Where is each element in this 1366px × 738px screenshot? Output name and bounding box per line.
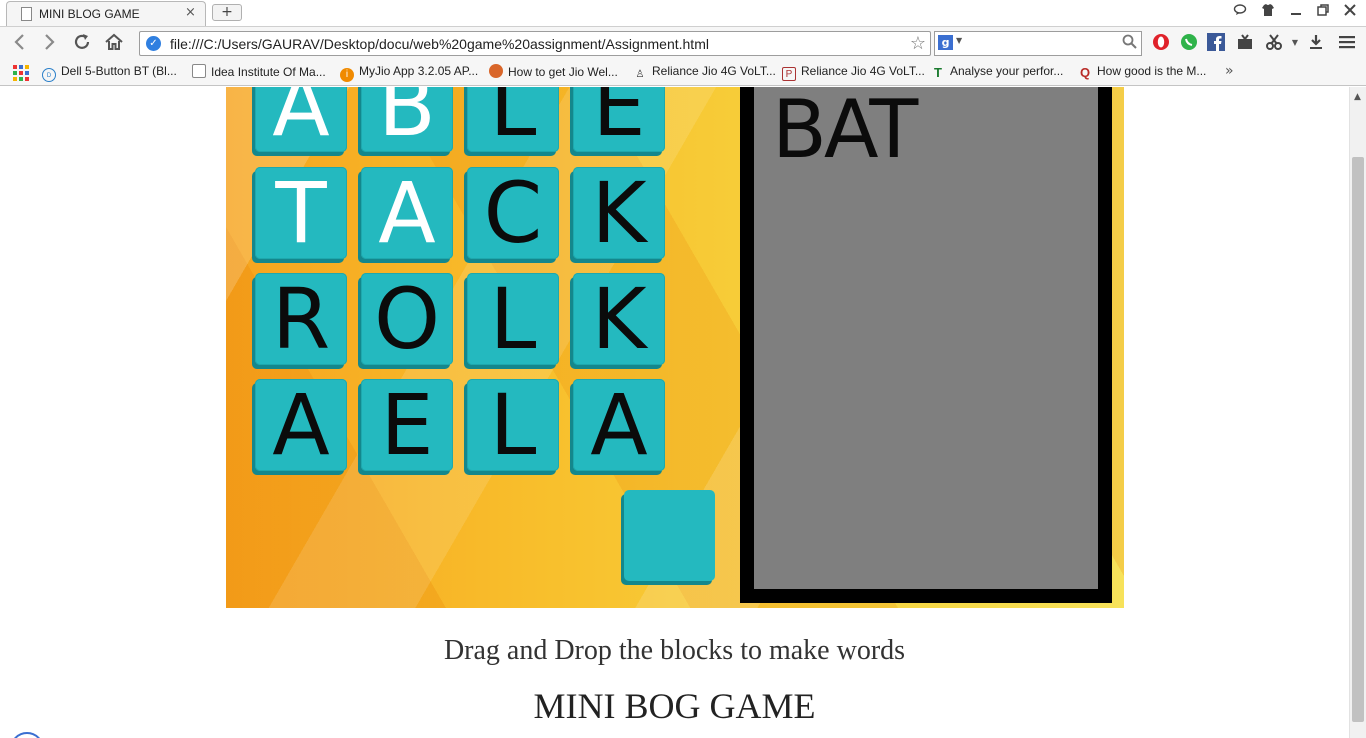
tab-strip: MINI BLOG GAME × + xyxy=(0,0,1366,26)
downloads-icon[interactable] xyxy=(1306,33,1326,53)
floating-widget-icon[interactable] xyxy=(10,732,44,738)
address-bar[interactable]: ✓ file:///C:/Users/GAURAV/Desktop/docu/w… xyxy=(139,31,931,56)
page-icon xyxy=(21,7,32,21)
bookmark-star-icon[interactable]: ☆ xyxy=(910,33,926,54)
bookmarks-bar: D Dell 5-Button BT (Bl... Idea Institute … xyxy=(0,60,1366,86)
letter-tile[interactable]: B xyxy=(361,87,453,152)
empty-drop-tile[interactable] xyxy=(624,490,715,581)
letter-tile[interactable]: L xyxy=(467,379,559,471)
shirt-icon[interactable] xyxy=(1258,3,1278,21)
restore-icon[interactable] xyxy=(1313,3,1333,21)
bookmark-item[interactable]: D Dell 5-Button BT (Bl... xyxy=(42,64,177,82)
letter-tile[interactable]: K xyxy=(573,167,665,259)
site-icon xyxy=(489,64,503,78)
word-drop-zone[interactable]: BAT xyxy=(740,87,1112,603)
scissors-icon[interactable] xyxy=(1264,33,1284,53)
bookmark-item[interactable]: T Analyse your perfor... xyxy=(931,64,1063,80)
letter-tile[interactable]: A xyxy=(255,379,347,471)
new-tab-button[interactable]: + xyxy=(212,4,242,21)
google-search-icon[interactable]: g xyxy=(938,35,953,50)
formed-word: BAT xyxy=(772,87,918,176)
chevron-down-icon[interactable]: ▼ xyxy=(1285,33,1305,53)
quora-icon: Q xyxy=(1079,65,1091,80)
letter-tile[interactable]: T xyxy=(255,167,347,259)
dell-icon: D xyxy=(42,68,56,82)
letter-tile[interactable]: A xyxy=(361,167,453,259)
apps-grid-icon[interactable] xyxy=(13,65,29,81)
letter-tile[interactable]: O xyxy=(361,273,453,365)
forward-icon[interactable] xyxy=(37,32,61,56)
letter-tile[interactable]: A xyxy=(573,379,665,471)
home-icon[interactable] xyxy=(102,32,126,56)
bookmark-item[interactable]: i MyJio App 3.2.05 AP... xyxy=(340,64,478,82)
reload-icon[interactable] xyxy=(70,32,94,56)
letter-tile[interactable]: A xyxy=(255,87,347,152)
opera-extension-icon[interactable] xyxy=(1151,33,1171,53)
document-icon: P xyxy=(782,67,796,81)
letter-tile[interactable]: C xyxy=(467,167,559,259)
back-icon[interactable] xyxy=(8,32,32,56)
browser-toolbar: ✓ file:///C:/Users/GAURAV/Desktop/docu/w… xyxy=(0,26,1366,60)
bookmark-item[interactable]: Idea Institute Of Ma... xyxy=(192,64,326,79)
t-logo-icon: T xyxy=(934,65,942,80)
url-text[interactable]: file:///C:/Users/GAURAV/Desktop/docu/web… xyxy=(170,36,709,52)
close-tab-icon[interactable]: × xyxy=(185,5,196,20)
minimize-icon[interactable] xyxy=(1286,3,1306,21)
chat-icon[interactable] xyxy=(1230,3,1250,21)
menu-icon[interactable] xyxy=(1337,33,1357,53)
letter-tile[interactable]: L xyxy=(467,273,559,365)
search-box[interactable]: g ▼ xyxy=(934,31,1142,56)
chevron-down-icon[interactable]: ▼ xyxy=(956,36,962,45)
letter-tile[interactable]: K xyxy=(573,273,665,365)
whatsapp-icon[interactable] xyxy=(1179,33,1199,53)
letter-tile[interactable]: E xyxy=(573,87,665,152)
instruction-text: Drag and Drop the blocks to make words xyxy=(443,635,906,666)
letter-tile[interactable]: R xyxy=(255,273,347,365)
more-bookmarks-icon[interactable]: » xyxy=(1225,63,1234,79)
game-board: A B L E T A C K R O L K A E L A BAT xyxy=(226,87,1124,608)
info-icon: i xyxy=(340,68,354,82)
person-icon: ♙ xyxy=(635,69,645,80)
bookmark-item[interactable]: ♙ Reliance Jio 4G VoLT... xyxy=(633,64,776,82)
tab-title: MINI BLOG GAME xyxy=(39,7,140,21)
scroll-thumb[interactable] xyxy=(1352,157,1364,722)
bookmark-item[interactable]: How to get Jio Wel... xyxy=(489,64,618,79)
bookmark-item[interactable]: Q How good is the M... xyxy=(1078,64,1206,80)
close-window-icon[interactable] xyxy=(1340,3,1360,21)
search-icon[interactable] xyxy=(1122,34,1137,53)
page-title: MINI BOG GAME xyxy=(533,686,816,726)
download-helper-icon[interactable] xyxy=(1235,33,1255,53)
page-icon xyxy=(192,64,206,78)
facebook-icon[interactable] xyxy=(1206,33,1226,53)
local-file-icon: ✓ xyxy=(146,36,161,51)
browser-tab[interactable]: MINI BLOG GAME × xyxy=(6,1,206,26)
letter-tile[interactable]: L xyxy=(467,87,559,152)
scroll-up-icon[interactable]: ▲ xyxy=(1354,92,1361,102)
scrollbar[interactable]: ▲ xyxy=(1349,87,1366,738)
letter-tile[interactable]: E xyxy=(361,379,453,471)
bookmark-item[interactable]: P Reliance Jio 4G VoLT... xyxy=(782,64,925,81)
page-viewport: A B L E T A C K R O L K A E L A BAT Drag… xyxy=(0,87,1349,738)
